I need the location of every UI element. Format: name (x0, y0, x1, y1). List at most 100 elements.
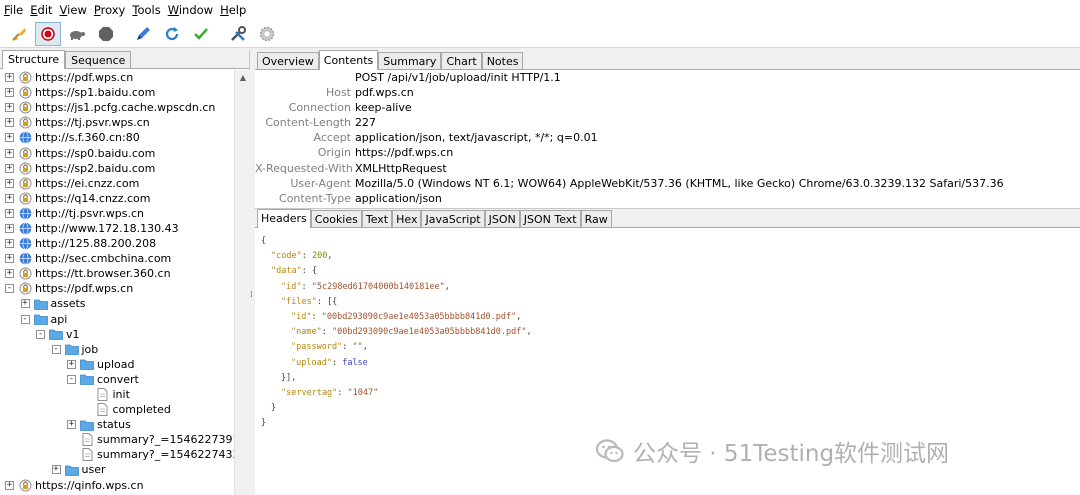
tree-node[interactable]: + user (0, 462, 234, 477)
broom-icon[interactable] (6, 22, 32, 46)
expand-icon[interactable]: + (5, 208, 14, 218)
tree-label: completed (112, 403, 171, 417)
check-icon[interactable] (188, 22, 214, 46)
stop-icon[interactable] (93, 22, 119, 46)
menu-tools[interactable]: Tools (132, 3, 160, 17)
collapse-icon[interactable]: - (20, 314, 30, 324)
tree-label: https://pdf.wps.cn (35, 71, 134, 85)
menu-help[interactable]: Help (220, 3, 246, 17)
expand-icon[interactable]: + (67, 420, 76, 430)
tab-structure[interactable]: Structure (2, 50, 66, 69)
tree-node[interactable]: - job (0, 342, 234, 357)
splitter-grip-icon[interactable]: ⁞ (250, 290, 253, 300)
tab-sequence[interactable]: Sequence (65, 51, 132, 68)
collapse-icon[interactable]: - (5, 284, 14, 294)
json-token: : (301, 281, 312, 292)
tree-host[interactable]: + http://www.172.18.130.43 (0, 221, 234, 236)
tree-node[interactable]: - v1 (0, 327, 234, 342)
json-token: "files" (281, 296, 317, 307)
pen-icon[interactable] (130, 22, 156, 46)
tab-overview[interactable]: Overview (257, 52, 319, 69)
tab-body-headers[interactable]: Headers (257, 209, 311, 228)
tree-host[interactable]: + https://sp0.baidu.com (0, 145, 234, 160)
header-name (255, 71, 355, 86)
tree-node[interactable]: completed (0, 402, 234, 417)
tree-host[interactable]: + https://tt.browser.360.cn (0, 266, 234, 281)
tab-chart[interactable]: Chart (441, 52, 482, 69)
expand-icon[interactable]: + (5, 103, 14, 113)
tab-body-cookies[interactable]: Cookies (310, 210, 362, 227)
record-icon[interactable] (35, 21, 61, 46)
tree-host[interactable]: + https://sp2.baidu.com (0, 161, 234, 176)
expand-icon[interactable]: + (5, 239, 14, 249)
expand-icon[interactable]: + (5, 269, 14, 279)
tree-node[interactable]: summary?_=1546227433924 (0, 447, 234, 462)
tab-body-json-text[interactable]: JSON Text (519, 210, 581, 227)
expand-icon[interactable]: + (5, 133, 14, 143)
expand-icon[interactable]: + (5, 193, 14, 203)
tree-node[interactable]: + status (0, 417, 234, 432)
expand-icon[interactable]: + (5, 163, 14, 173)
collapse-icon[interactable]: - (51, 344, 61, 354)
collapse-icon[interactable]: - (36, 329, 45, 339)
expand-icon[interactable]: + (5, 254, 14, 264)
tree-node[interactable]: summary?_=1546227391213 (0, 432, 234, 447)
lock-icon (18, 101, 32, 114)
tree-host[interactable]: + https://qinfo.wps.cn (0, 478, 234, 493)
tree-host[interactable]: + https://sp1.baidu.com (0, 85, 234, 100)
tree-node[interactable]: + assets (0, 296, 234, 311)
menu-file[interactable]: File (4, 3, 23, 17)
expand-icon[interactable]: + (5, 88, 14, 98)
tools-icon[interactable] (225, 22, 251, 46)
expand-icon[interactable]: + (67, 359, 76, 369)
menu-label: iew (67, 3, 87, 17)
json-line: }], (261, 373, 1080, 388)
expand-icon[interactable]: + (5, 148, 14, 158)
expand-icon[interactable]: + (5, 480, 14, 490)
tab-body-hex[interactable]: Hex (392, 210, 422, 227)
tab-contents[interactable]: Contents (318, 50, 379, 70)
toolbar (0, 20, 1080, 48)
expand-icon[interactable]: + (5, 118, 14, 128)
structure-panel: Structure Sequence + https://pdf.wps.cn + h… (0, 50, 250, 495)
collapse-icon[interactable]: - (67, 374, 76, 384)
tab-body-json[interactable]: JSON (484, 210, 520, 227)
scroll-up-icon[interactable]: ▲ (235, 70, 251, 85)
tab-body-javascript[interactable]: JavaScript (421, 210, 485, 227)
tree-node[interactable]: init (0, 387, 234, 402)
expand-icon[interactable]: + (5, 73, 14, 83)
tree-host[interactable]: + https://js1.pcfg.cache.wpscdn.cn (0, 100, 234, 115)
tree-host[interactable]: + https://pdf.wps.cn (0, 70, 234, 85)
turtle-icon[interactable] (64, 22, 90, 46)
tree-node[interactable]: + upload (0, 357, 234, 372)
header-row: Content-Length 227 (255, 116, 1080, 131)
tree-host[interactable]: + https://q14.cnzz.com (0, 191, 234, 206)
tab-summary[interactable]: Summary (378, 52, 442, 69)
header-row: Origin https://pdf.wps.cn (255, 146, 1080, 161)
tab-body-raw[interactable]: Raw (580, 210, 612, 227)
menu-proxy[interactable]: Proxy (94, 3, 126, 17)
tree-host[interactable]: + https://tj.psvr.wps.cn (0, 115, 234, 130)
tree-host[interactable]: - https://pdf.wps.cn (0, 281, 234, 296)
refresh-icon[interactable] (159, 22, 185, 46)
menu-edit[interactable]: Edit (30, 3, 52, 17)
tree-node[interactable]: - convert (0, 372, 234, 387)
tree-host[interactable]: + https://ei.cnzz.com (0, 176, 234, 191)
expand-icon[interactable]: + (51, 465, 61, 475)
tree-host[interactable]: + http://sec.cmbchina.com (0, 251, 234, 266)
settings-icon[interactable] (254, 22, 280, 46)
expand-icon[interactable]: + (20, 299, 30, 309)
folder-icon (33, 297, 48, 310)
menu-window[interactable]: Window (168, 3, 213, 17)
tree-host[interactable]: + http://s.f.360.cn:80 (0, 130, 234, 145)
tree-node[interactable]: - api (0, 312, 234, 327)
menu-view[interactable]: View (60, 3, 87, 17)
lock-icon (18, 71, 32, 84)
tab-notes[interactable]: Notes (481, 52, 524, 69)
tree-scrollbar[interactable]: ▲ (234, 70, 250, 495)
tab-body-text[interactable]: Text (361, 210, 393, 227)
expand-icon[interactable]: + (5, 223, 14, 233)
expand-icon[interactable]: + (5, 178, 14, 188)
tree-host[interactable]: + http://125.88.200.208 (0, 236, 234, 251)
tree-host[interactable]: + http://tj.psvr.wps.cn (0, 206, 234, 221)
